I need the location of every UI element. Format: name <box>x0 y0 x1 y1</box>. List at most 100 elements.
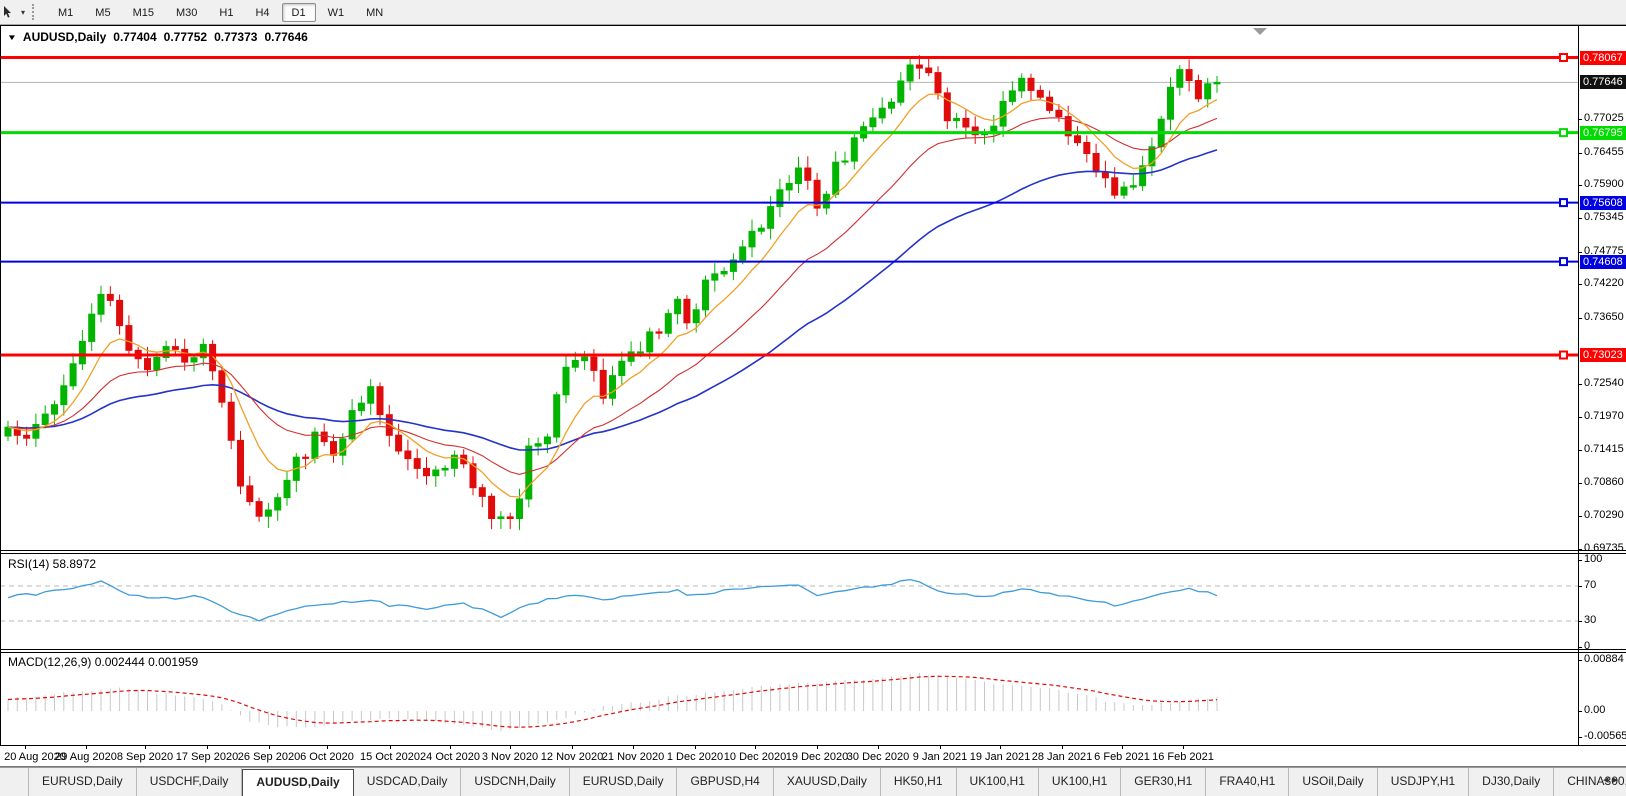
caret-down-icon[interactable]: ▾ <box>21 8 25 17</box>
date-label-21-Nov-2020: 21 Nov 2020 <box>601 751 665 763</box>
chart-window-left-border <box>0 26 1 745</box>
chart-tab-FRA40-H1[interactable]: FRA40,H1 <box>1206 768 1290 796</box>
macd-pane-top-border[interactable] <box>0 652 1626 653</box>
candles[interactable] <box>4 55 1221 530</box>
rsi-tick-0: 0 <box>1584 640 1591 652</box>
timeframe-button-M1[interactable]: M1 <box>48 3 83 22</box>
rsi-tick-30-tick <box>1578 621 1582 622</box>
support-line-label-0.74608[interactable]: 0.74608 <box>1580 255 1626 269</box>
price-tick-0.71970: 0.71970 <box>1584 410 1624 422</box>
chart-tab-XAUUSD-Daily[interactable]: XAUUSD,Daily <box>774 768 881 796</box>
timeframe-button-W1[interactable]: W1 <box>318 3 355 22</box>
macd-pane-bottom-border <box>0 745 1626 746</box>
chart-tab-GER30-H1[interactable]: GER30,H1 <box>1121 768 1207 796</box>
date-tick <box>1000 746 1001 749</box>
right-arrow-icon[interactable]: ▸ <box>1612 774 1622 786</box>
line-handle-0.76795[interactable] <box>1559 128 1568 138</box>
toolbar-grip[interactable] <box>32 4 38 20</box>
macd-tick-0.00884-tick <box>1578 660 1582 661</box>
timeframe-button-MN[interactable]: MN <box>356 3 393 22</box>
date-tick <box>390 746 391 749</box>
timeframe-button-D1[interactable]: D1 <box>281 2 316 22</box>
timeframe-button-M5[interactable]: M5 <box>85 3 120 22</box>
date-tick <box>269 746 270 749</box>
price-tick-0.74220-tick <box>1578 284 1582 285</box>
date-label-3-Nov-2020: 3 Nov 2020 <box>481 751 539 763</box>
chart-tab-USDCAD-Daily[interactable]: USDCAD,Daily <box>354 768 462 796</box>
toolbar-tool-group[interactable]: ▾ <box>2 4 25 20</box>
line-handle-0.73023[interactable] <box>1559 350 1568 360</box>
date-label-28-Jan-2021: 28 Jan 2021 <box>1031 751 1093 763</box>
rsi-tick-100: 100 <box>1584 553 1603 565</box>
chart-tab-UK100-H1[interactable]: UK100,H1 <box>957 768 1039 796</box>
symbol-dropdown-icon[interactable]: ▼ <box>7 33 17 42</box>
chart-shift-marker-icon[interactable] <box>1253 28 1267 35</box>
ohlc-open: 0.77404 <box>113 30 157 44</box>
main-chart-pane[interactable] <box>0 27 1578 550</box>
date-label-15-Oct-2020: 15 Oct 2020 <box>360 751 420 763</box>
date-tick <box>86 746 87 749</box>
timeframe-button-M30[interactable]: M30 <box>166 3 207 22</box>
date-tick <box>817 746 818 749</box>
current-price-label-0.77646[interactable]: 0.77646 <box>1580 75 1626 89</box>
timeframe-button-H1[interactable]: H1 <box>209 3 243 22</box>
ohlc-close: 0.77646 <box>264 30 308 44</box>
chart-tab-AUDUSD-Daily[interactable]: AUDUSD,Daily <box>242 769 354 796</box>
price-tick-0.75345-tick <box>1578 218 1582 219</box>
main-pane-bottom-border <box>0 550 1626 551</box>
price-tick-0.77025: 0.77025 <box>1584 112 1624 124</box>
chart-tab-USDJPY-H1[interactable]: USDJPY,H1 <box>1378 768 1470 796</box>
line-handle-0.78067[interactable] <box>1559 53 1568 62</box>
price-tick-0.70860: 0.70860 <box>1584 476 1624 488</box>
date-tick <box>572 746 573 749</box>
chart-tab-USOil-Daily[interactable]: USOil,Daily <box>1289 768 1378 796</box>
date-label-29-Aug-2020: 29 Aug 2020 <box>55 751 117 763</box>
date-label-9-Jan-2021: 9 Jan 2021 <box>912 751 968 763</box>
date-label-6-Oct-2020: 6 Oct 2020 <box>300 751 354 763</box>
chart-tab-USDCNH-Daily[interactable]: USDCNH,Daily <box>461 768 570 796</box>
price-tick-0.77025-tick <box>1578 119 1582 120</box>
date-tick <box>450 746 451 749</box>
chart-tab-EURUSD-Daily[interactable]: EURUSD,Daily <box>28 768 137 796</box>
timeframe-button-H4[interactable]: H4 <box>245 3 279 22</box>
chart-window-top-border <box>0 25 1626 26</box>
date-label-30-Dec-2020: 30 Dec 2020 <box>846 751 910 763</box>
price-tick-0.75900-tick <box>1578 185 1582 186</box>
price-tick-0.72540-tick <box>1578 384 1582 385</box>
chart-tab-DJ30-Daily[interactable]: DJ30,Daily <box>1469 768 1555 796</box>
chart-tab-EURUSD-Daily[interactable]: EURUSD,Daily <box>570 768 678 796</box>
chart-tab-GBPUSD-H4[interactable]: GBPUSD,H4 <box>677 768 774 796</box>
support-line-label-0.76795[interactable]: 0.76795 <box>1580 126 1626 140</box>
tab-scroll-arrows: ◂▸ <box>1603 773 1622 786</box>
rsi-tick-100-tick <box>1578 560 1582 561</box>
rsi-pane[interactable] <box>0 554 1578 648</box>
timeframe-toolbar: ▾ M1 M5 M15 M30 H1 H4 D1 W1 MN <box>0 0 1626 25</box>
date-tick <box>327 746 328 749</box>
date-tick <box>633 746 634 749</box>
price-tick-0.71415: 0.71415 <box>1584 443 1624 455</box>
price-tick-0.75345: 0.75345 <box>1584 211 1624 223</box>
support-line-label-0.75608[interactable]: 0.75608 <box>1580 196 1626 210</box>
timeframe-button-M15[interactable]: M15 <box>123 3 164 22</box>
chart-tab-HK50-H1[interactable]: HK50,H1 <box>881 768 957 796</box>
chart-tab-UK100-H1[interactable]: UK100,H1 <box>1039 768 1122 796</box>
date-label-19-Jan-2021: 19 Jan 2021 <box>969 751 1031 763</box>
price-tick-0.71415-tick <box>1578 450 1582 451</box>
date-label-24-Oct-2020: 24 Oct 2020 <box>420 751 480 763</box>
chart-tab-USDCHF-Daily[interactable]: USDCHF,Daily <box>137 768 243 796</box>
price-tick-0.76455: 0.76455 <box>1584 146 1624 158</box>
date-label-17-Sep-2020: 17 Sep 2020 <box>175 751 239 763</box>
price-tick-0.72540: 0.72540 <box>1584 377 1624 389</box>
price-axis-border <box>1578 26 1579 745</box>
resistance-line-label-0.78067[interactable]: 0.78067 <box>1580 51 1626 65</box>
macd-tick-0.00: 0.00 <box>1584 704 1606 716</box>
price-tick-0.69735-tick <box>1578 549 1582 550</box>
line-handle-0.74608[interactable] <box>1559 257 1568 267</box>
date-label-6-Feb-2021: 6 Feb 2021 <box>1094 751 1150 763</box>
macd-pane[interactable] <box>0 652 1578 745</box>
support-line-label-0.73023[interactable]: 0.73023 <box>1580 348 1626 362</box>
rsi-pane-top-border[interactable] <box>0 553 1626 554</box>
cursor-tool-icon[interactable] <box>2 4 18 20</box>
price-tick-0.75900: 0.75900 <box>1584 178 1624 190</box>
line-handle-0.75608[interactable] <box>1559 198 1568 208</box>
